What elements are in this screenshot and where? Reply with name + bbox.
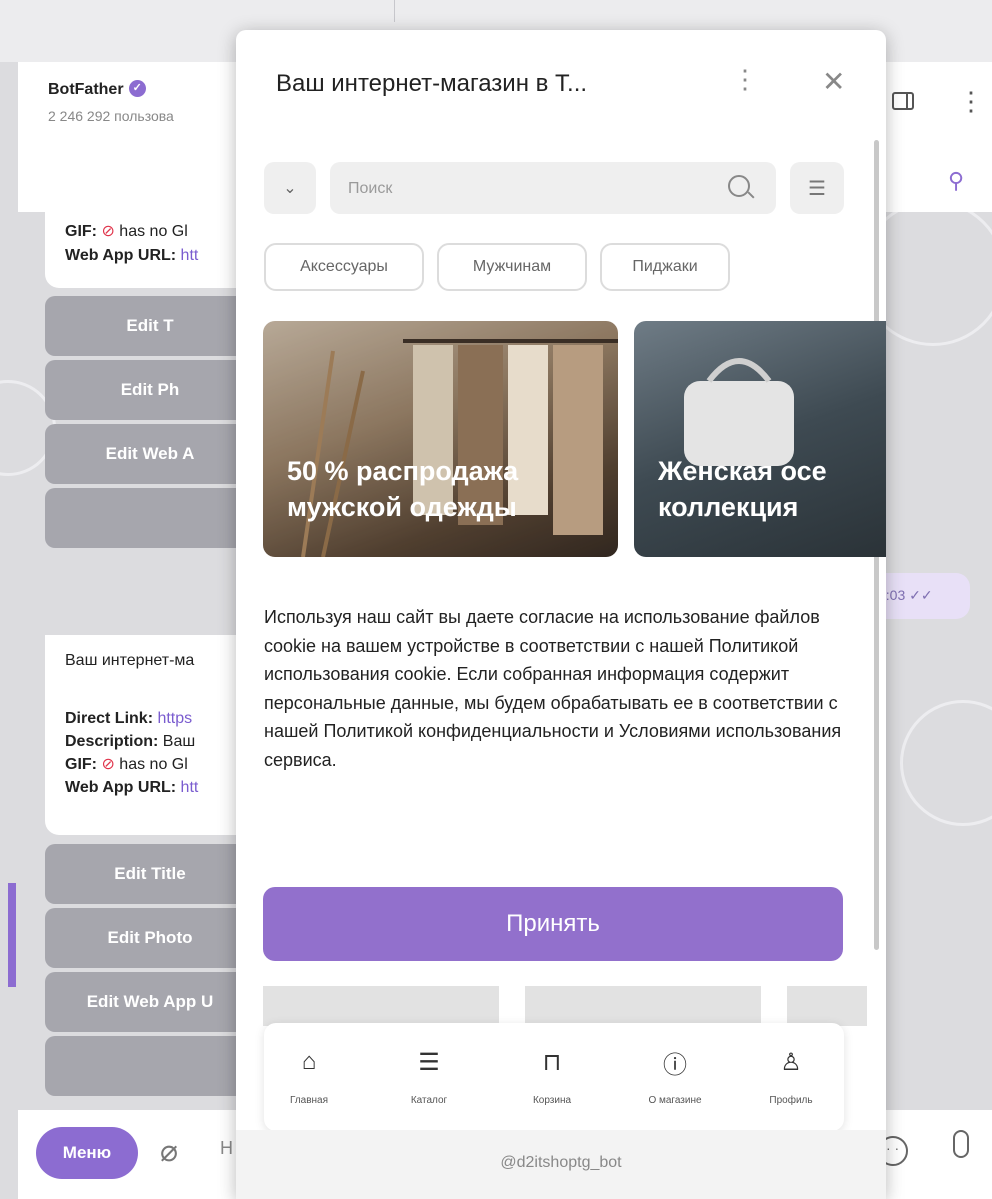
gif-line: GIF: ⊘ has no Gl	[65, 220, 188, 243]
gif-value: has no Gl	[114, 756, 188, 773]
nav-label: Каталог	[410, 1095, 448, 1106]
accept-cookies-button[interactable]: Принять	[263, 887, 843, 961]
gif-label: GIF:	[65, 223, 97, 240]
background-doodle	[900, 700, 992, 826]
menu-button[interactable]: Меню	[36, 1127, 138, 1179]
banner-line: мужской одежды	[287, 492, 517, 522]
verified-badge-icon	[128, 80, 146, 97]
webapp-link[interactable]: htt	[176, 247, 199, 264]
direct-link-line: Direct Link: https	[65, 707, 192, 730]
banner-line: коллекция	[658, 492, 799, 522]
webapp-line: Web App URL: htt	[65, 244, 198, 267]
bottom-navigation: ⌂ Главная ☰ Каталог ⊓ Корзина ⓘ О магази…	[264, 1023, 844, 1131]
nav-cart[interactable]: ⊓ Корзина	[507, 1039, 597, 1119]
webapp-line: Web App URL: htt	[65, 776, 198, 799]
bag-icon: ⊓	[542, 1048, 562, 1076]
webapp-label: Web App URL:	[65, 779, 177, 796]
chevron-down-icon[interactable]: ⌄	[264, 162, 316, 214]
back-button[interactable]	[45, 488, 255, 548]
promo-banner-women[interactable]: Женская осе коллекция	[634, 321, 886, 557]
close-icon[interactable]: ✕	[822, 68, 845, 96]
direct-link-label: Direct Link:	[65, 710, 154, 727]
promo-banner-sale[interactable]: 50 % распродажа мужской одежды	[263, 321, 618, 557]
nav-label: Корзина	[532, 1095, 572, 1106]
prohibited-icon: ⊘	[101, 756, 115, 773]
edit-photo-button[interactable]: Edit Photo	[45, 908, 255, 968]
nav-label: О магазине	[648, 1095, 702, 1106]
gif-label: GIF:	[65, 756, 97, 773]
filter-sliders-icon[interactable]: ☰	[790, 162, 844, 214]
chip-men[interactable]: Мужчинам	[437, 243, 587, 291]
product-card[interactable]	[263, 986, 499, 1026]
info-icon: ⓘ	[663, 1051, 687, 1079]
message-intro: Ваш интернет-ма	[65, 652, 195, 669]
mini-app-window: Ваш интернет-магазин в Т... ⋮ ✕ ⌄ ☰ Аксе…	[236, 30, 886, 1199]
mini-app-title: Ваш интернет-магазин в Т...	[276, 70, 588, 97]
edit-title-button[interactable]: Edit T	[45, 296, 255, 356]
sidebar-toggle-icon[interactable]	[892, 92, 914, 110]
cookie-notice: Используя наш сайт вы даете согласие на …	[264, 607, 842, 770]
bot-username: @d2itshoptg_bot	[500, 1154, 622, 1171]
microphone-icon[interactable]	[953, 1130, 969, 1158]
banner-title: 50 % распродажа мужской одежды	[287, 453, 518, 525]
attach-icon[interactable]: ⌀	[160, 1134, 178, 1169]
edit-webapp-button[interactable]: Edit Web A	[45, 424, 255, 484]
message-bubble: Ваш интернет-ма Direct Link: https Descr…	[45, 635, 265, 835]
home-icon: ⌂	[301, 1048, 317, 1075]
description-line: Description: Ваш	[65, 730, 195, 753]
mini-app-footer: @d2itshoptg_bot	[236, 1130, 886, 1199]
search-icon[interactable]	[728, 175, 750, 197]
divider	[394, 0, 395, 22]
back-button[interactable]	[45, 1036, 255, 1096]
webapp-label: Web App URL:	[65, 247, 177, 264]
nav-home[interactable]: ⌂ Главная	[264, 1039, 354, 1119]
nav-catalog[interactable]: ☰ Каталог	[384, 1039, 474, 1119]
chip-jackets[interactable]: Пиджаки	[600, 243, 730, 291]
message-input[interactable]: Н	[220, 1138, 233, 1159]
direct-link[interactable]: https	[153, 710, 192, 727]
selection-accent	[8, 883, 16, 987]
nav-about[interactable]: ⓘ О магазине	[630, 1039, 720, 1119]
user-icon: ♙	[780, 1048, 802, 1076]
nav-label: Профиль	[769, 1095, 813, 1106]
message-time: 7:03 ✓✓	[878, 587, 933, 603]
gif-line: GIF: ⊘ has no Gl	[65, 753, 188, 776]
more-vertical-icon[interactable]: ⋮	[958, 88, 984, 114]
gif-value: has no Gl	[114, 223, 188, 240]
more-vertical-icon[interactable]: ⋮	[732, 66, 758, 92]
banner-line: 50 % распродажа	[287, 456, 519, 486]
nav-label: Главная	[289, 1095, 329, 1106]
banner-line: Женская осе	[658, 456, 827, 486]
chip-accessories[interactable]: Аксессуары	[264, 243, 424, 291]
webapp-link[interactable]: htt	[176, 779, 199, 796]
menu-icon: ☰	[418, 1048, 440, 1076]
banner-title: Женская осе коллекция	[658, 453, 827, 525]
edit-photo-button[interactable]: Edit Ph	[45, 360, 255, 420]
bot-name[interactable]: BotFather	[48, 80, 146, 99]
nav-profile[interactable]: ♙ Профиль	[746, 1039, 836, 1119]
filter-icon[interactable]: ⚲	[948, 168, 976, 196]
edit-title-button[interactable]: Edit Title	[45, 844, 255, 904]
edit-webapp-button[interactable]: Edit Web App U	[45, 972, 255, 1032]
description-value: Ваш	[158, 733, 196, 750]
subscriber-count: 2 246 292 пользова	[48, 108, 174, 124]
prohibited-icon: ⊘	[101, 223, 115, 240]
product-card[interactable]	[525, 986, 761, 1026]
search-box[interactable]	[330, 162, 776, 216]
search-input[interactable]	[330, 162, 730, 216]
description-label: Description:	[65, 733, 159, 750]
message-bubble: GIF: ⊘ has no Gl Web App URL: htt	[45, 212, 265, 288]
product-card[interactable]	[787, 986, 867, 1026]
bot-name-text: BotFather	[48, 81, 124, 98]
